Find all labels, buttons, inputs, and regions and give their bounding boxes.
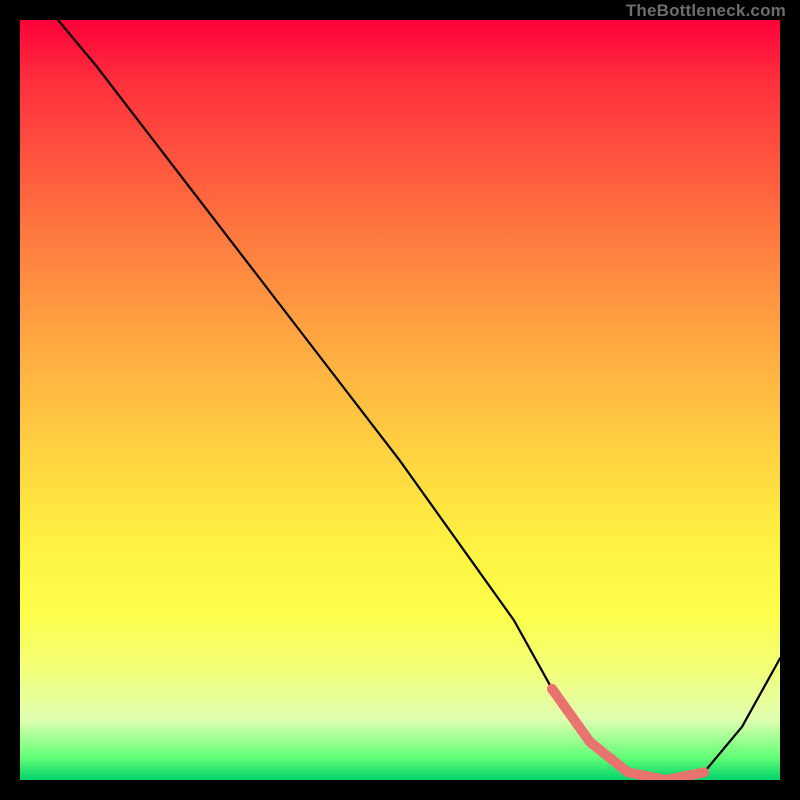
chart-svg (20, 20, 780, 780)
watermark-text: TheBottleneck.com (626, 1, 786, 21)
chart-curve-line (58, 20, 780, 780)
chart-highlight-line (552, 689, 704, 780)
plot-area (20, 20, 780, 780)
chart-stage: TheBottleneck.com (0, 0, 800, 800)
